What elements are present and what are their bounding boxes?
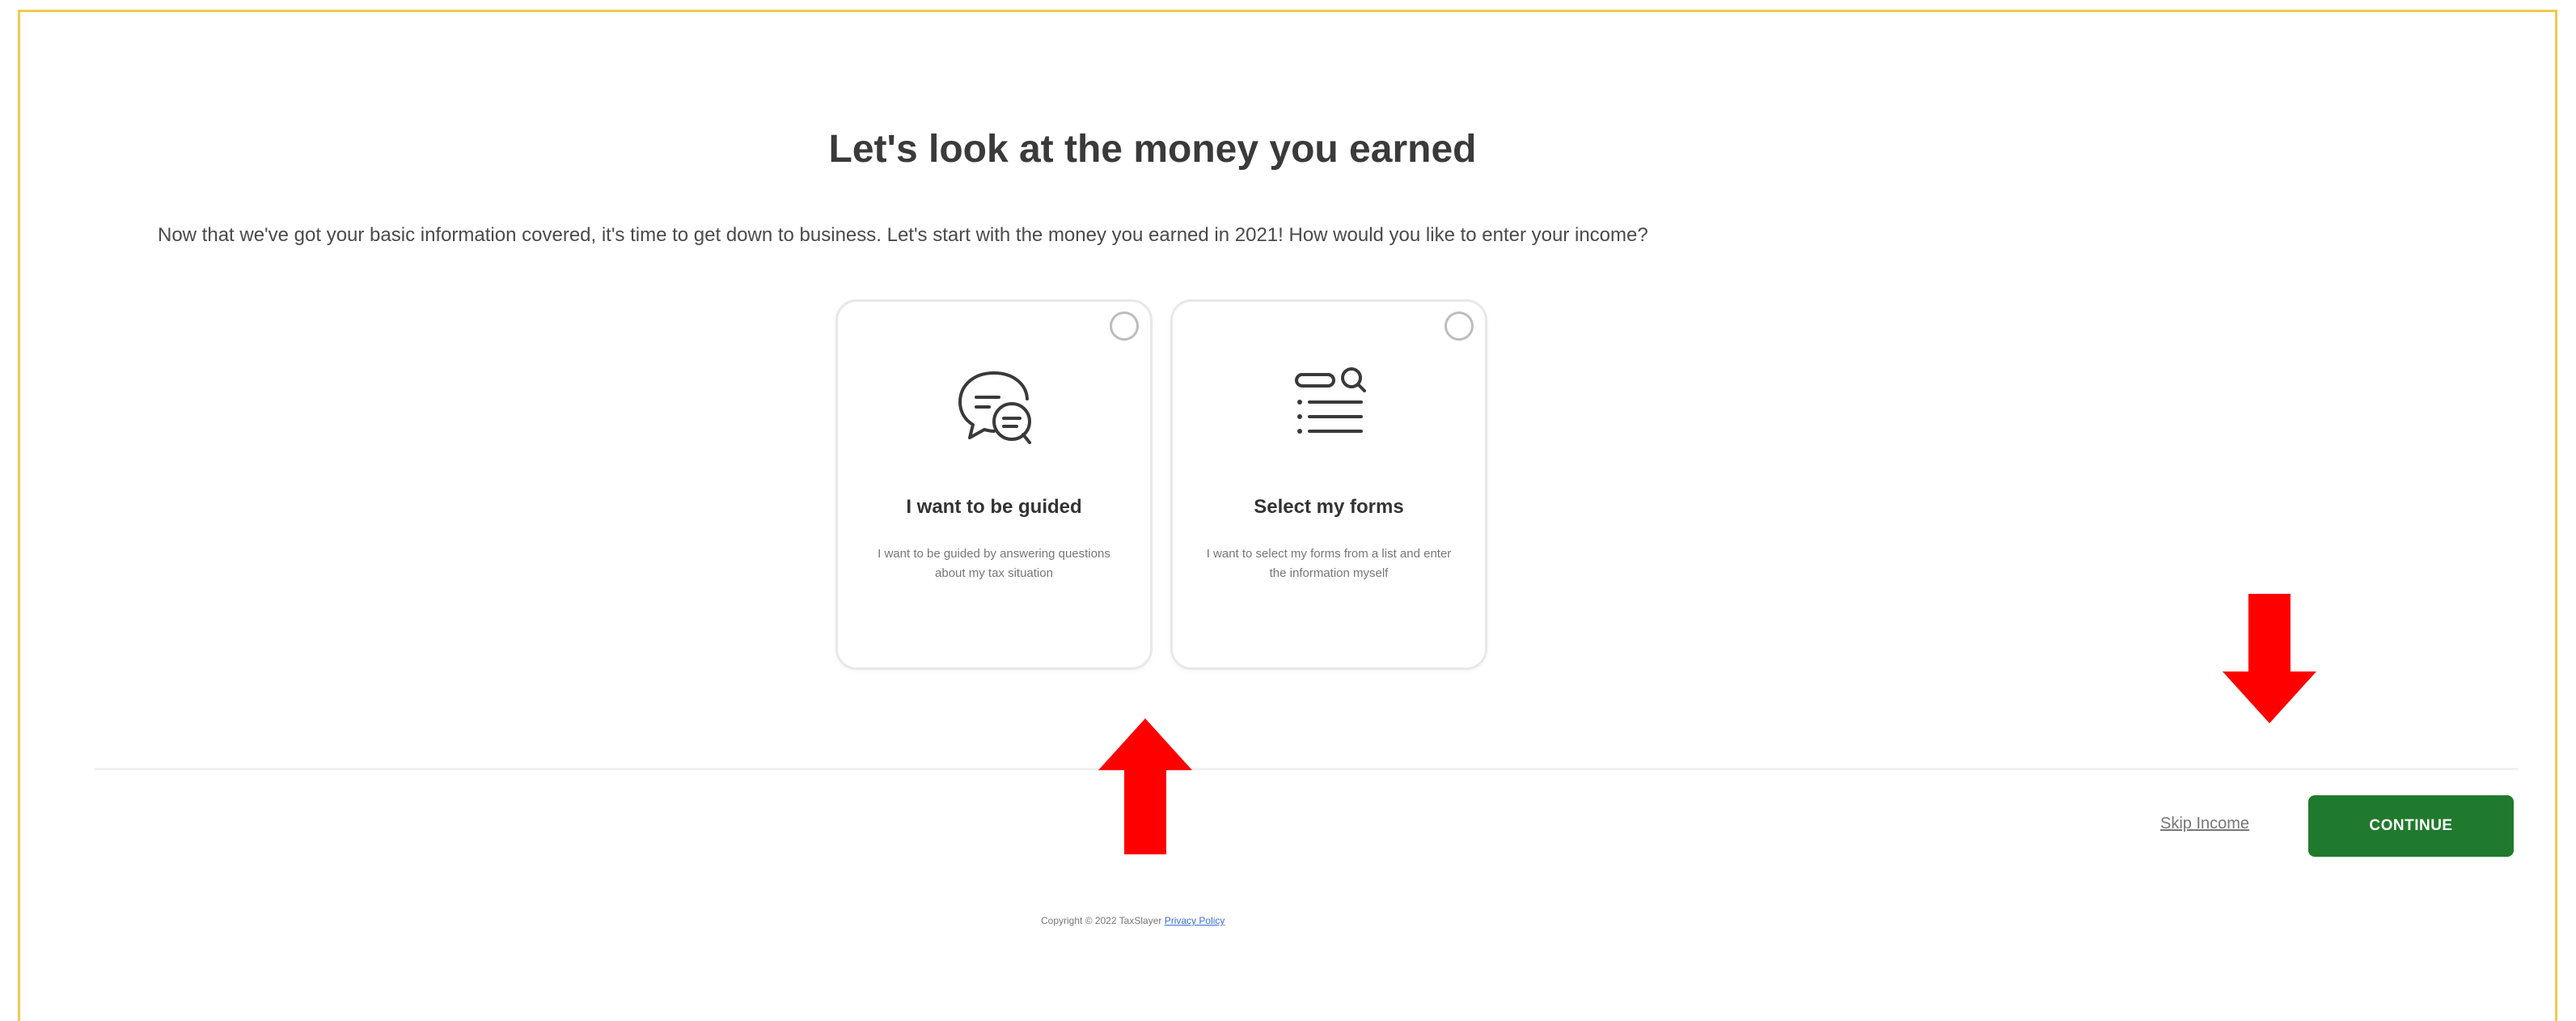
option-card-forms[interactable]: Select my forms I want to select my form… [1170, 299, 1487, 670]
option-description: I want to select my forms from a list an… [1206, 547, 1452, 580]
copyright-text: Copyright © 2022 TaxSlayer [1041, 915, 1162, 926]
option-title: Select my forms [1254, 496, 1404, 518]
continue-button[interactable]: CONTINUE [2308, 795, 2514, 857]
annotation-arrow-up-icon [1098, 718, 1192, 854]
skip-income-link[interactable]: Skip Income [2160, 815, 2249, 833]
radio-forms[interactable] [1445, 311, 1474, 341]
intro-text: Now that we've got your basic informatio… [158, 224, 1648, 246]
annotation-arrow-down-icon [2223, 594, 2316, 723]
option-title: I want to be guided [906, 496, 1082, 518]
list-search-icon [1295, 367, 1366, 434]
page-frame: Let's look at the money you earned Now t… [18, 10, 2557, 1021]
chat-bubbles-icon [958, 371, 1031, 444]
divider [95, 768, 2518, 770]
radio-guided[interactable] [1110, 311, 1139, 341]
page-title: Let's look at the money you earned [828, 128, 1477, 171]
privacy-policy-link[interactable]: Privacy Policy [1165, 915, 1225, 926]
option-card-guided[interactable]: I want to be guided I want to be guided … [835, 299, 1153, 670]
option-description: I want to be guided by answering questio… [878, 547, 1110, 580]
footer: Copyright © 2022 TaxSlayer Privacy Polic… [1041, 915, 1225, 926]
